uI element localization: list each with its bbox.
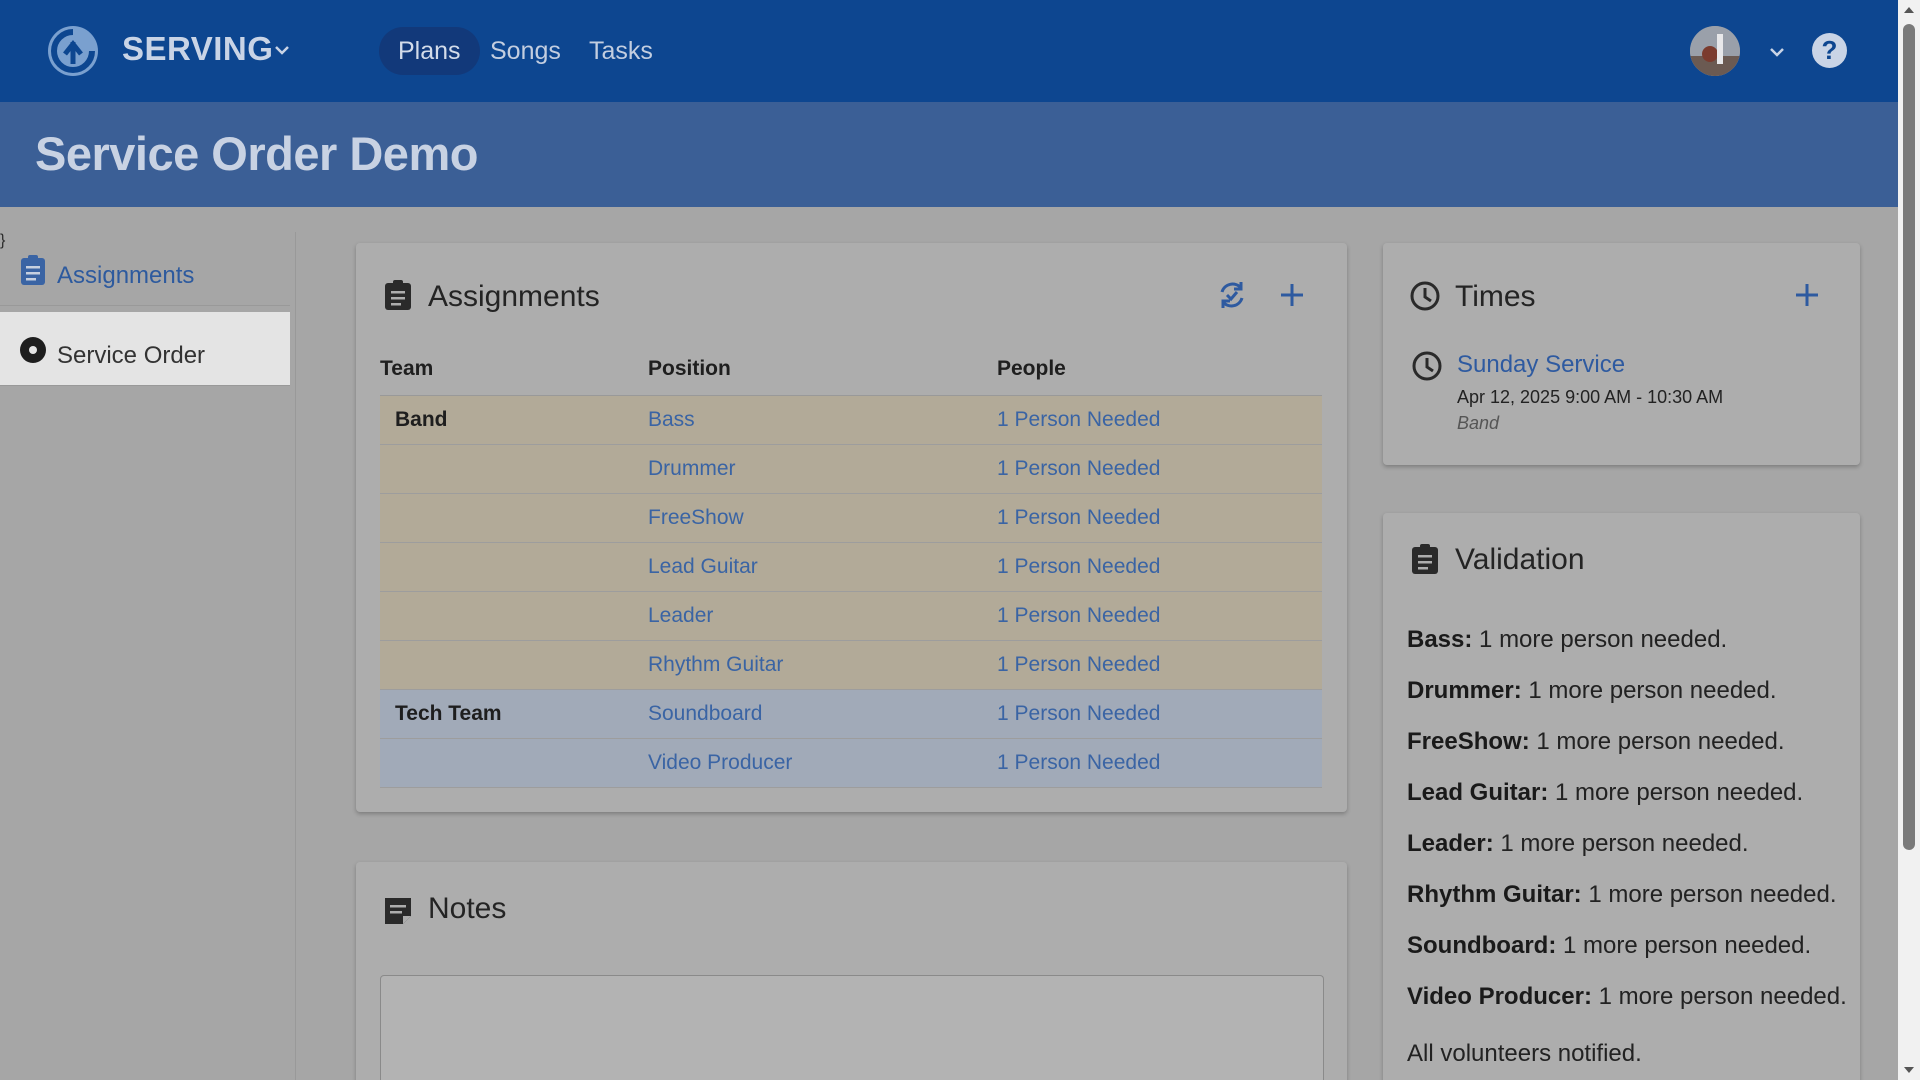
position-link[interactable]: Leader xyxy=(648,591,997,641)
column-header: Position xyxy=(648,343,997,396)
table-row: Rhythm Guitar 1 Person Needed xyxy=(380,640,1322,690)
people-link[interactable]: 1 Person Needed xyxy=(997,395,1322,445)
position-link[interactable]: Lead Guitar xyxy=(648,542,997,592)
table-row: Band Bass 1 Person Needed xyxy=(380,395,1322,445)
sidebar-item-label: Assignments xyxy=(57,262,195,289)
assignments-card: Assignments Team Position People Band Ba… xyxy=(356,243,1347,812)
team-cell xyxy=(380,738,648,788)
user-avatar[interactable] xyxy=(1690,26,1740,76)
validation-item: Video Producer: 1 more person needed. xyxy=(1407,983,1847,1010)
validation-item: Rhythm Guitar: 1 more person needed. xyxy=(1407,881,1837,908)
card-title: Validation xyxy=(1455,543,1585,576)
nav-tasks[interactable]: Tasks xyxy=(570,27,672,75)
sidebar-item-label: Service Order xyxy=(57,342,206,369)
notes-textarea[interactable] xyxy=(380,975,1324,1080)
validation-footer: All volunteers notified. xyxy=(1407,1040,1642,1067)
time-entry-link[interactable]: Sunday Service xyxy=(1457,351,1625,379)
add-icon[interactable] xyxy=(1276,279,1308,311)
people-link[interactable]: 1 Person Needed xyxy=(997,640,1322,690)
people-link[interactable]: 1 Person Needed xyxy=(997,542,1322,592)
clipboard-icon xyxy=(21,255,45,285)
people-link[interactable]: 1 Person Needed xyxy=(997,689,1322,739)
position-link[interactable]: Drummer xyxy=(648,444,997,494)
table-row: Drummer 1 Person Needed xyxy=(380,444,1322,494)
table-row: Tech Team Soundboard 1 Person Needed xyxy=(380,689,1322,739)
nav-plans[interactable]: Plans xyxy=(379,27,480,75)
help-icon[interactable]: ? xyxy=(1812,33,1847,68)
validation-item: FreeShow: 1 more person needed. xyxy=(1407,728,1785,755)
sidebar-item-service-order[interactable]: Service Order xyxy=(0,312,290,386)
disc-icon xyxy=(20,337,46,363)
team-cell: Band xyxy=(380,395,648,445)
table-row: Video Producer 1 Person Needed xyxy=(380,738,1322,788)
top-navbar: SERVING Plans Songs Tasks ? xyxy=(0,0,1898,102)
clock-icon xyxy=(1412,351,1442,381)
people-link[interactable]: 1 Person Needed xyxy=(997,493,1322,543)
chevron-down-icon[interactable] xyxy=(272,40,292,60)
table-row: Leader 1 Person Needed xyxy=(380,591,1322,641)
validation-card: Validation Bass: 1 more person needed. D… xyxy=(1383,513,1860,1080)
card-title: Times xyxy=(1455,280,1536,313)
team-cell xyxy=(380,444,648,494)
team-cell xyxy=(380,542,648,592)
card-title: Assignments xyxy=(428,280,600,313)
nav-songs[interactable]: Songs xyxy=(471,27,580,75)
validation-item: Drummer: 1 more person needed. xyxy=(1407,677,1777,704)
validation-list: Bass: 1 more person needed. Drummer: 1 m… xyxy=(1407,625,1847,1033)
people-link[interactable]: 1 Person Needed xyxy=(997,738,1322,788)
validation-item: Bass: 1 more person needed. xyxy=(1407,626,1728,653)
scroll-up-icon[interactable] xyxy=(1903,4,1915,16)
scrollbar-thumb[interactable] xyxy=(1903,24,1915,850)
card-title: Notes xyxy=(428,892,507,925)
column-header: Team xyxy=(380,343,648,396)
team-cell xyxy=(380,640,648,690)
table-header: Team Position People xyxy=(380,343,1322,396)
people-link[interactable]: 1 Person Needed xyxy=(997,444,1322,494)
app-logo-icon[interactable] xyxy=(46,24,100,78)
team-cell xyxy=(380,493,648,543)
team-cell: Tech Team xyxy=(380,689,648,739)
sync-icon[interactable] xyxy=(1216,279,1248,311)
table-row: FreeShow 1 Person Needed xyxy=(380,493,1322,543)
validation-item: Leader: 1 more person needed. xyxy=(1407,830,1749,857)
sidebar: Assignments } Service Order xyxy=(0,232,296,1080)
people-link[interactable]: 1 Person Needed xyxy=(997,591,1322,641)
table-row: Lead Guitar 1 Person Needed xyxy=(380,542,1322,592)
scroll-down-icon[interactable] xyxy=(1903,1064,1915,1076)
validation-item: Lead Guitar: 1 more person needed. xyxy=(1407,779,1804,806)
sidebar-item-assignments[interactable]: Assignments } xyxy=(0,232,290,306)
time-entry-date: Apr 12, 2025 9:00 AM - 10:30 AM xyxy=(1457,387,1724,407)
clipboard-icon xyxy=(385,280,411,310)
times-card: Times Sunday Service Apr 12, 2025 9:00 A… xyxy=(1383,243,1860,465)
notes-card: Notes xyxy=(356,862,1347,1080)
column-header: People xyxy=(997,343,1322,396)
note-icon xyxy=(385,898,411,924)
position-link[interactable]: Soundboard xyxy=(648,689,997,739)
clipboard-icon xyxy=(1412,544,1438,574)
position-link[interactable]: Bass xyxy=(648,395,997,445)
position-link[interactable]: Video Producer xyxy=(648,738,997,788)
position-link[interactable]: FreeShow xyxy=(648,493,997,543)
chevron-down-icon[interactable] xyxy=(1766,42,1788,62)
page-title: Service Order Demo xyxy=(35,127,478,180)
clock-icon xyxy=(1410,281,1440,311)
team-cell xyxy=(380,591,648,641)
app-brand[interactable]: SERVING xyxy=(122,30,273,68)
add-icon[interactable] xyxy=(1791,279,1823,311)
assignments-table: Team Position People Band Bass 1 Person … xyxy=(380,343,1322,788)
time-entry-team: Band xyxy=(1457,413,1500,433)
position-link[interactable]: Rhythm Guitar xyxy=(648,640,997,690)
validation-item: Soundboard: 1 more person needed. xyxy=(1407,932,1812,959)
page-banner: Service Order Demo xyxy=(0,102,1898,207)
